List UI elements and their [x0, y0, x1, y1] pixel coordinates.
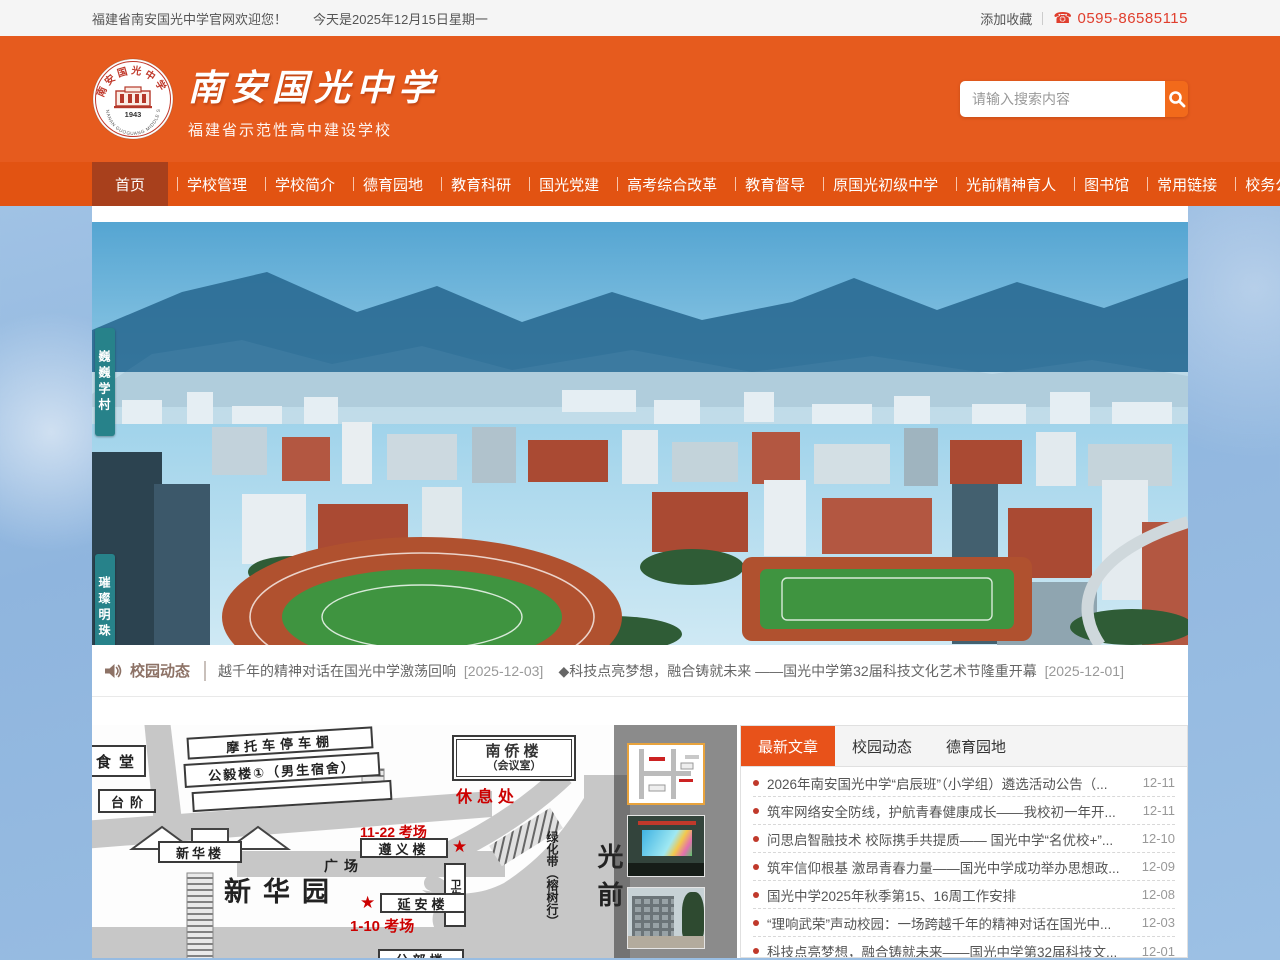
ticker-news-date: [2025-12-01]	[1045, 663, 1124, 679]
map-label-fenbu-building: 分部楼	[378, 949, 464, 958]
phone-icon: ☎	[1053, 9, 1072, 27]
search-input[interactable]	[960, 81, 1165, 117]
bullet-icon	[753, 948, 759, 954]
speaker-icon	[104, 663, 122, 679]
search-icon	[1167, 89, 1187, 109]
logo-year: 1943	[125, 110, 142, 119]
ticker-label: 校园动态	[104, 660, 190, 681]
main-nav: 首页 学校管理 学校简介 德育园地 教育科研 国光党建 高考综合改革 教育督导 …	[0, 162, 1280, 206]
news-list-item[interactable]: 2026年南安国光中学“启辰班”（小学组）遴选活动公告（... 12-11	[753, 769, 1175, 797]
map-star-marker: ★	[360, 894, 375, 911]
nav-item-junior-school[interactable]: 原国光初级中学	[814, 162, 947, 206]
news-list-item[interactable]: “理响武荣”声动校园：一场跨越千年的精神对话在国光中... 12-03	[753, 909, 1175, 937]
classroom-screen	[642, 830, 692, 856]
ticker-news-date: [2025-12-03]	[464, 663, 543, 679]
map-label-nanqiao-building: 南侨楼 （会议室）	[452, 735, 576, 781]
search-button[interactable]	[1165, 81, 1188, 117]
map-label-xinhua-garden: 新华园	[224, 870, 341, 909]
search-box	[960, 81, 1188, 117]
school-name: 南安国光中学	[188, 59, 440, 111]
map-label-steps: 台阶	[98, 789, 156, 813]
bullet-icon	[753, 864, 759, 870]
main-content: 巍巍学村 璀璨明珠 校园动态 越千年的精神对话在国光中学激荡回响 [2025-1…	[92, 206, 1188, 958]
nav-item-home[interactable]: 首页	[92, 162, 168, 206]
nav-item-moral-education[interactable]: 德育园地	[344, 162, 432, 206]
building-photo-path	[628, 936, 704, 948]
bullet-icon	[753, 892, 759, 898]
nav-item-library[interactable]: 图书馆	[1065, 162, 1138, 206]
today-date: 今天是2025年12月15日星期一	[313, 9, 488, 28]
map-label-xinhua-building: 新华楼	[158, 841, 242, 863]
nav-item-school-affairs[interactable]: 校务公开	[1226, 162, 1280, 206]
nav-item-school-management[interactable]: 学校管理	[168, 162, 256, 206]
school-subtitle: 福建省示范性高中建设学校	[188, 119, 440, 140]
news-list-item[interactable]: 问思启智融技术 校际携手共提质—— 国光中学“名优校+”... 12-10	[753, 825, 1175, 853]
tab-campus-news[interactable]: 校园动态	[835, 726, 929, 766]
classroom-banner	[638, 821, 696, 825]
divider	[1042, 12, 1043, 25]
tab-moral-education[interactable]: 德育园地	[929, 726, 1023, 766]
tab-latest-articles[interactable]: 最新文章	[741, 726, 835, 766]
carousel-thumbnail-map[interactable]	[627, 743, 705, 805]
top-bar: 福建省南安国光中学官网欢迎您！ 今天是2025年12月15日星期一 添加收藏 ☎…	[0, 0, 1280, 36]
news-list-item[interactable]: 国光中学2025年秋季第15、16周工作安排 12-08	[753, 881, 1175, 909]
map-label-greenbelt: 绿化带（榕树行）	[544, 831, 561, 956]
bullet-icon	[753, 808, 759, 814]
carousel-thumbnail-classroom[interactable]	[627, 815, 705, 877]
ticker-news-item[interactable]: ◆科技点亮梦想，融合铸就未来 ——国光中学第32届科技文化艺术节隆重开幕 [20…	[558, 661, 1124, 681]
add-favorite-link[interactable]: 添加收藏	[980, 9, 1032, 28]
news-list: 2026年南安国光中学“启辰班”（小学组）遴选活动公告（... 12-11 筑牢…	[741, 767, 1187, 958]
news-panel: 最新文章 校园动态 德育园地 2026年南安国光中学“启辰班”（小学组）遴选活动…	[740, 725, 1188, 958]
map-label-canteen: 食堂	[92, 745, 146, 777]
nav-item-gaokao-reform[interactable]: 高考综合改革	[608, 162, 726, 206]
news-ticker: 校园动态 越千年的精神对话在国光中学激荡回响 [2025-12-03] ◆科技点…	[92, 645, 1188, 697]
bullet-icon	[753, 836, 759, 842]
ticker-news-item[interactable]: 越千年的精神对话在国光中学激荡回响 [2025-12-03]	[218, 661, 558, 681]
bullet-icon	[753, 920, 759, 926]
building-photo-tree	[682, 892, 704, 940]
hero-vertical-banner-top: 巍巍学村	[95, 328, 115, 436]
campus-map-slide[interactable]: 食堂 台阶 摩托车停车棚 公毅楼①（男生宿舍） 新华楼 广场 新华园 11-22…	[92, 725, 737, 958]
hero-vertical-banner-bottom: 璀璨明珠	[95, 554, 115, 645]
carousel-thumbnail-building[interactable]	[627, 887, 705, 949]
thumbnail-map-preview	[629, 745, 703, 803]
site-header: 南安国光中学 1943 NANAN GUOGUANG MIDDLE SCHOOL…	[0, 36, 1280, 162]
campus-aerial-illustration	[92, 222, 1188, 645]
nav-item-guangqian-spirit[interactable]: 光前精神育人	[947, 162, 1065, 206]
nav-item-school-intro[interactable]: 学校简介	[256, 162, 344, 206]
nav-item-education-supervision[interactable]: 教育督导	[726, 162, 814, 206]
map-label-yanan-building: 延安楼	[380, 893, 466, 913]
school-logo: 南安国光中学 1943 NANAN GUOGUANG MIDDLE SCHOOL	[92, 58, 174, 140]
divider	[204, 661, 206, 681]
welcome-text: 福建省南安国光中学官网欢迎您！	[92, 9, 287, 28]
map-label-exam-1-10: 1-10 考场	[350, 915, 414, 936]
news-list-item[interactable]: 筑牢信仰根基 激昂青春力量——国光中学成功举办思想政... 12-09	[753, 853, 1175, 881]
nav-item-education-research[interactable]: 教育科研	[432, 162, 520, 206]
news-tabs: 最新文章 校园动态 德育园地	[741, 726, 1187, 767]
map-star-marker: ★	[452, 838, 467, 855]
news-list-item[interactable]: 科技点亮梦想，融合铸就未来——国光中学第32届科技文... 12-01	[753, 937, 1175, 958]
map-label-rest-area: 休息处	[456, 783, 519, 807]
nav-item-party-building[interactable]: 国光党建	[520, 162, 608, 206]
classroom-audience	[628, 863, 704, 876]
phone-number: ☎ 0595-86585115	[1053, 9, 1188, 27]
nav-item-common-links[interactable]: 常用链接	[1138, 162, 1226, 206]
news-list-item[interactable]: 筑牢网络安全防线，护航青春健康成长——我校初一年开... 12-11	[753, 797, 1175, 825]
hero-campus-image[interactable]: 巍巍学村 璀璨明珠	[92, 222, 1188, 645]
building-photo-block	[632, 896, 674, 938]
bullet-icon	[753, 780, 759, 786]
map-label-zunyi-building: 遵义楼	[360, 838, 448, 858]
